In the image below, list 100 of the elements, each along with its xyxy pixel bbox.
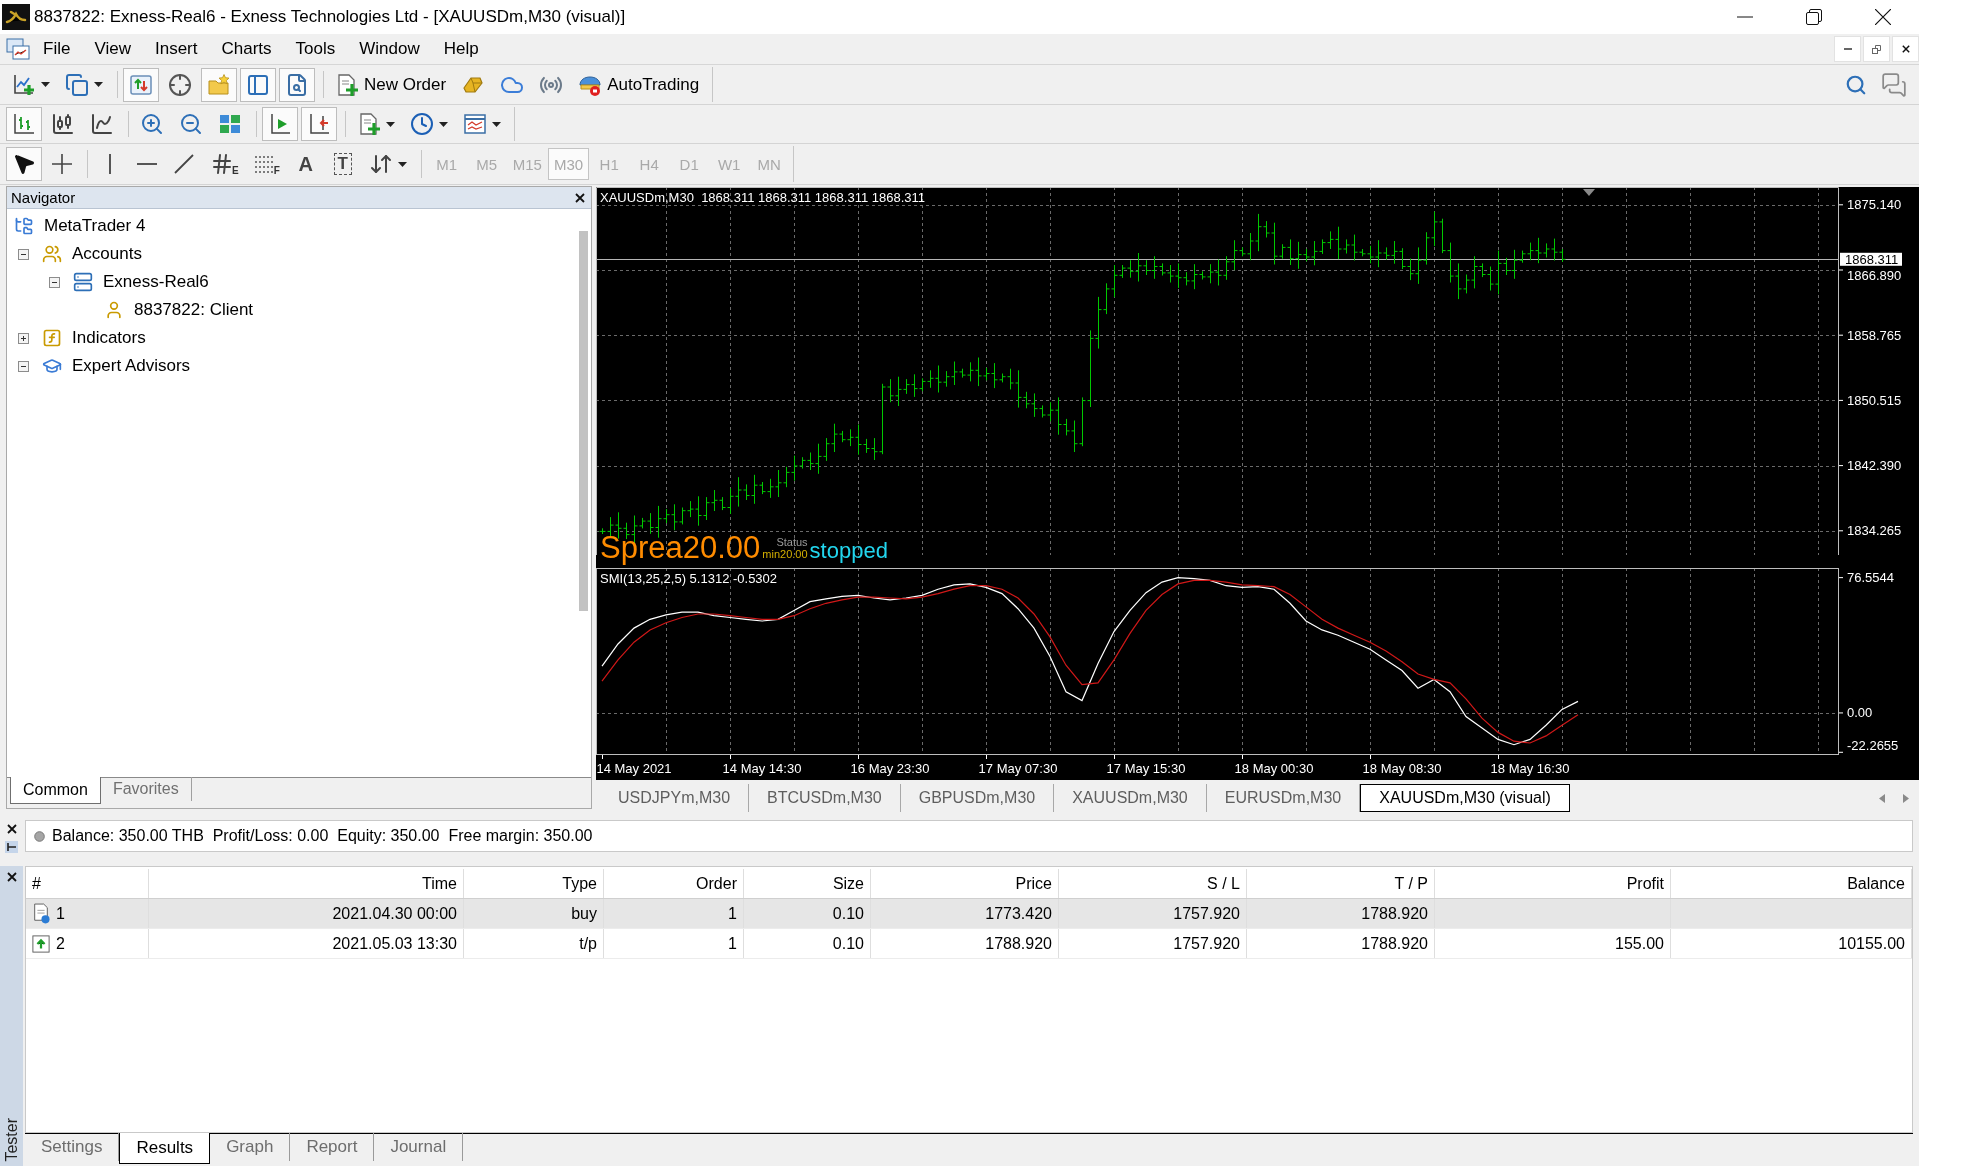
table-cell: 1773.420 — [871, 899, 1059, 928]
column-header[interactable]: Time — [149, 869, 464, 898]
axes-play-icon — [268, 112, 292, 136]
menu-item[interactable]: View — [82, 35, 143, 63]
people-icon — [42, 244, 62, 264]
minimum-label: min20.00 — [762, 548, 808, 561]
scroll-right-button[interactable] — [1903, 793, 1909, 803]
column-header[interactable]: Order — [604, 869, 744, 898]
tab[interactable]: Favorites — [100, 777, 192, 801]
document-plus-icon — [335, 72, 359, 97]
table-cell: 1788.920 — [1247, 929, 1435, 958]
chart-tab[interactable]: USDJPYm,M30 — [600, 784, 750, 812]
time-label: 18 May 08:30 — [1362, 761, 1442, 776]
tab[interactable]: Results — [119, 1133, 211, 1164]
shift-marker-icon — [1583, 189, 1595, 196]
menu-item[interactable]: Insert — [142, 35, 210, 63]
table-cell: 2021.04.30 00:00 — [149, 899, 464, 928]
tree-item[interactable]: Indicators — [72, 328, 146, 348]
price-tag: 1868.311 — [1840, 251, 1902, 267]
triangle-right-icon — [1903, 793, 1909, 803]
column-header[interactable]: Size — [744, 869, 871, 898]
arrows-icon — [368, 152, 393, 176]
time-label: 18 May 16:30 — [1490, 761, 1570, 776]
horizontal-line-icon — [137, 162, 157, 166]
column-header[interactable]: T / P — [1247, 869, 1435, 898]
status-value: stopped — [809, 540, 888, 562]
chart-tab[interactable]: GBPUSDm,M30 — [900, 784, 1055, 812]
tab[interactable]: Journal — [374, 1133, 464, 1161]
axis-label: -22.2655 — [1847, 737, 1899, 753]
chat-button[interactable] — [1881, 71, 1907, 98]
tree-item[interactable]: Expert Advisors — [72, 356, 191, 376]
menu-item[interactable]: Window — [347, 35, 432, 63]
time-label: 17 May 07:30 — [978, 761, 1058, 776]
axis-label: 0.00 — [1847, 705, 1873, 721]
chart-tab[interactable]: XAUUSDm,M30 — [1054, 784, 1207, 812]
tab[interactable]: Report — [290, 1133, 375, 1161]
menu-item[interactable]: Help — [431, 35, 491, 63]
column-header[interactable]: S / L — [1059, 869, 1247, 898]
app-menu-button[interactable] — [6, 38, 30, 60]
triangle-left-icon — [1879, 793, 1885, 803]
close-icon — [1901, 45, 1910, 53]
close-button[interactable] — [575, 192, 585, 203]
toolbar-button[interactable]: A — [288, 147, 323, 181]
scrollbar-thumb[interactable] — [579, 231, 588, 611]
tree-item[interactable]: Exness-Real6 — [103, 272, 209, 292]
collapse-box-icon[interactable] — [49, 276, 60, 288]
stacked-windows-icon — [65, 72, 89, 97]
table-row[interactable]: 1 2021.04.30 00:00 buy 1 0.10 1773.420 1757.920 1788.920 — [26, 899, 1912, 929]
cross-icon — [52, 154, 72, 174]
time-label: 18 May 00:30 — [1234, 761, 1314, 776]
menu-item[interactable]: Charts — [209, 35, 284, 63]
tree-item[interactable]: Accounts — [72, 244, 142, 264]
indicator-title: SMI(13,25,2,5) 5.1312 -0.5302 — [600, 571, 778, 586]
tree-item[interactable]: 8837822: Client — [134, 300, 254, 320]
minimize-button[interactable] — [1834, 36, 1861, 62]
chart-tab[interactable]: BTCUSDm,M30 — [749, 784, 901, 812]
chart-tab[interactable]: XAUUSDm,M30 (visual) — [1360, 784, 1570, 812]
collapse-box-icon[interactable] — [18, 248, 29, 260]
column-header[interactable]: Type — [464, 869, 604, 898]
windows-chart-icon — [6, 38, 30, 60]
crosshair-icon — [168, 72, 192, 97]
collapse-box-icon[interactable] — [18, 360, 29, 372]
pin-button[interactable] — [5, 841, 18, 853]
column-header[interactable]: Profit — [1435, 869, 1671, 898]
toolbar-button[interactable]: AutoTrading — [572, 67, 706, 102]
chart-window-icon — [463, 112, 487, 136]
table-cell: 1757.920 — [1059, 899, 1247, 928]
tab[interactable]: Common — [10, 777, 101, 804]
tiles-icon — [218, 112, 242, 136]
bar-chart-icon — [12, 112, 36, 136]
chart-title: XAUUSDm,M30 1868.311 1868.311 1868.311 1868.311 — [600, 190, 925, 205]
minimize-icon — [1843, 48, 1852, 50]
tab[interactable]: Graph — [210, 1133, 291, 1161]
toolbar-button[interactable]: E — [204, 147, 245, 181]
menu-item[interactable]: Tools — [283, 35, 348, 63]
toolbar-button[interactable]: New Order — [329, 67, 453, 102]
time-label: 16 May 23:30 — [850, 761, 930, 776]
table-cell: 1788.920 — [871, 929, 1059, 958]
column-header[interactable]: Price — [871, 869, 1059, 898]
toolbar-button[interactable]: F — [247, 147, 286, 181]
scroll-left-button[interactable] — [1879, 793, 1885, 803]
expand-box-icon[interactable] — [18, 332, 29, 344]
menu-item[interactable]: File — [31, 35, 83, 63]
close-icon — [575, 192, 585, 203]
column-header[interactable]: # — [26, 869, 149, 898]
toolbar-button[interactable]: T — [325, 147, 360, 181]
time-label: 14 May 2021 — [596, 761, 672, 776]
table-cell: 1757.920 — [1059, 929, 1247, 958]
close-button[interactable] — [6, 872, 17, 882]
time-label: 17 May 15:30 — [1106, 761, 1186, 776]
candlestick-icon — [51, 112, 75, 136]
search-button[interactable] — [1845, 73, 1867, 96]
close-button[interactable] — [6, 824, 17, 834]
table-cell: 0.10 — [744, 929, 871, 958]
cursor-icon — [12, 152, 36, 176]
tree-item[interactable]: MetaTrader 4 — [44, 216, 146, 236]
folder-tree-icon — [14, 216, 34, 236]
column-header[interactable]: Balance — [1671, 869, 1912, 898]
table-row[interactable]: 2 2021.05.03 13:30 t/p 1 0.10 1788.920 1757.920 1788.920 155.00 10155.00 — [26, 929, 1912, 959]
toolbar-button[interactable] — [6, 147, 42, 181]
